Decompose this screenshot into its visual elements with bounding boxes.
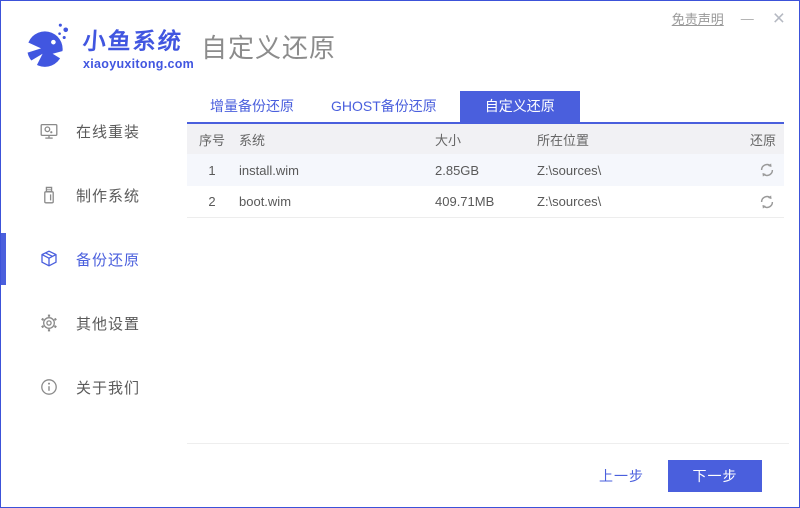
footer-bar: 上一步 下一步 <box>187 443 789 507</box>
refresh-icon <box>758 193 776 211</box>
brand-text: 小鱼系统 xiaoyuxitong.com <box>83 22 194 71</box>
table-header-row: 序号 系统 大小 所在位置 还原 <box>187 124 784 154</box>
next-step-button[interactable]: 下一步 <box>668 460 762 492</box>
cell-size: 409.71MB <box>435 194 537 209</box>
col-header-restore: 还原 <box>732 130 776 149</box>
tab-incremental-backup-restore[interactable]: 增量备份还原 <box>196 91 308 122</box>
usb-drive-icon <box>39 185 59 205</box>
restore-button[interactable] <box>758 161 776 179</box>
fish-icon <box>21 17 75 75</box>
minimize-icon[interactable]: — <box>739 8 756 29</box>
brand-domain: xiaoyuxitong.com <box>83 57 194 71</box>
col-header-location: 所在位置 <box>537 130 732 149</box>
monitor-icon <box>39 121 59 141</box>
tab-ghost-backup-restore[interactable]: GHOST备份还原 <box>317 91 451 122</box>
sidebar-item-online-reinstall[interactable]: 在线重装 <box>1 99 187 163</box>
sidebar-item-label: 制作系统 <box>76 185 140 206</box>
close-icon[interactable]: × <box>771 8 787 29</box>
table-row: 2 boot.wim 409.71MB Z:\sources\ <box>187 186 784 218</box>
info-icon <box>39 377 59 397</box>
backup-box-icon <box>39 249 59 269</box>
col-header-index: 序号 <box>199 130 239 149</box>
cell-size: 2.85GB <box>435 163 537 178</box>
sidebar-item-other-settings[interactable]: 其他设置 <box>1 291 187 355</box>
sidebar-item-make-system[interactable]: 制作系统 <box>1 163 187 227</box>
tab-bar: 增量备份还原 GHOST备份还原 自定义还原 <box>187 91 784 124</box>
cell-location: Z:\sources\ <box>537 194 732 209</box>
page-title: 自定义还原 <box>201 28 336 65</box>
refresh-icon <box>758 161 776 179</box>
brand-name: 小鱼系统 <box>82 22 195 56</box>
cell-index: 2 <box>199 194 239 209</box>
sidebar-item-label: 备份还原 <box>76 249 140 270</box>
cell-system: boot.wim <box>239 194 435 209</box>
tab-custom-restore[interactable]: 自定义还原 <box>460 91 580 122</box>
brand-logo: 小鱼系统 xiaoyuxitong.com <box>21 17 187 75</box>
restore-button[interactable] <box>758 193 776 211</box>
col-header-size: 大小 <box>435 130 537 149</box>
cell-index: 1 <box>199 163 239 178</box>
gear-icon <box>39 313 59 333</box>
sidebar: 在线重装 制作系统 <box>1 91 187 507</box>
sidebar-item-label: 其他设置 <box>76 313 140 334</box>
main-content: 增量备份还原 GHOST备份还原 自定义还原 序号 系统 大小 所在位置 还原 … <box>187 91 799 507</box>
table-row: 1 install.wim 2.85GB Z:\sources\ <box>187 154 784 186</box>
col-header-system: 系统 <box>239 130 435 149</box>
sidebar-item-label: 关于我们 <box>76 377 140 398</box>
prev-step-button[interactable]: 上一步 <box>599 466 644 486</box>
app-window: 免责声明 — × <box>0 0 800 508</box>
cell-system: install.wim <box>239 163 435 178</box>
sidebar-item-backup-restore[interactable]: 备份还原 <box>1 227 187 291</box>
sidebar-item-label: 在线重装 <box>76 121 140 142</box>
sidebar-item-about-us[interactable]: 关于我们 <box>1 355 187 419</box>
titlebar-actions: 免责声明 — × <box>672 8 787 29</box>
cell-location: Z:\sources\ <box>537 163 732 178</box>
disclaimer-link[interactable]: 免责声明 <box>672 9 724 28</box>
backup-table: 序号 系统 大小 所在位置 还原 1 install.wim 2.85GB Z:… <box>187 124 784 218</box>
